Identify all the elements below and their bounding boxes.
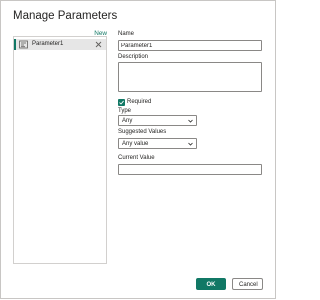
required-checkbox[interactable]	[118, 99, 125, 106]
suggested-values-select-value: Any value	[122, 141, 149, 147]
parameter-list: Parameter1	[13, 36, 107, 264]
current-value-label: Current Value	[118, 155, 155, 161]
required-label: Required	[127, 99, 152, 105]
description-textarea[interactable]	[118, 62, 262, 92]
current-value-input[interactable]	[118, 164, 262, 175]
name-label: Name	[118, 31, 135, 37]
type-label: Type	[118, 108, 132, 114]
parameter-list-item-label: Parameter1	[32, 41, 64, 47]
suggested-values-label: Suggested Values	[118, 129, 167, 135]
type-select[interactable]: Any	[118, 115, 197, 126]
cancel-button[interactable]: Cancel	[232, 278, 263, 290]
name-input[interactable]	[118, 40, 262, 51]
parameter-list-item[interactable]: Parameter1	[14, 39, 106, 50]
type-select-value: Any	[122, 118, 133, 124]
suggested-values-select[interactable]: Any value	[118, 138, 197, 149]
dialog-title: Manage Parameters	[13, 10, 118, 22]
close-icon[interactable]	[95, 41, 102, 48]
parameter-icon	[19, 40, 28, 49]
chevron-down-icon	[188, 142, 193, 146]
chevron-down-icon	[188, 119, 193, 123]
checkmark-icon	[119, 100, 124, 105]
manage-parameters-dialog: Manage Parameters New Parameter1 Name De…	[0, 0, 276, 299]
ok-button[interactable]: OK	[196, 278, 226, 290]
description-label: Description	[118, 54, 149, 60]
